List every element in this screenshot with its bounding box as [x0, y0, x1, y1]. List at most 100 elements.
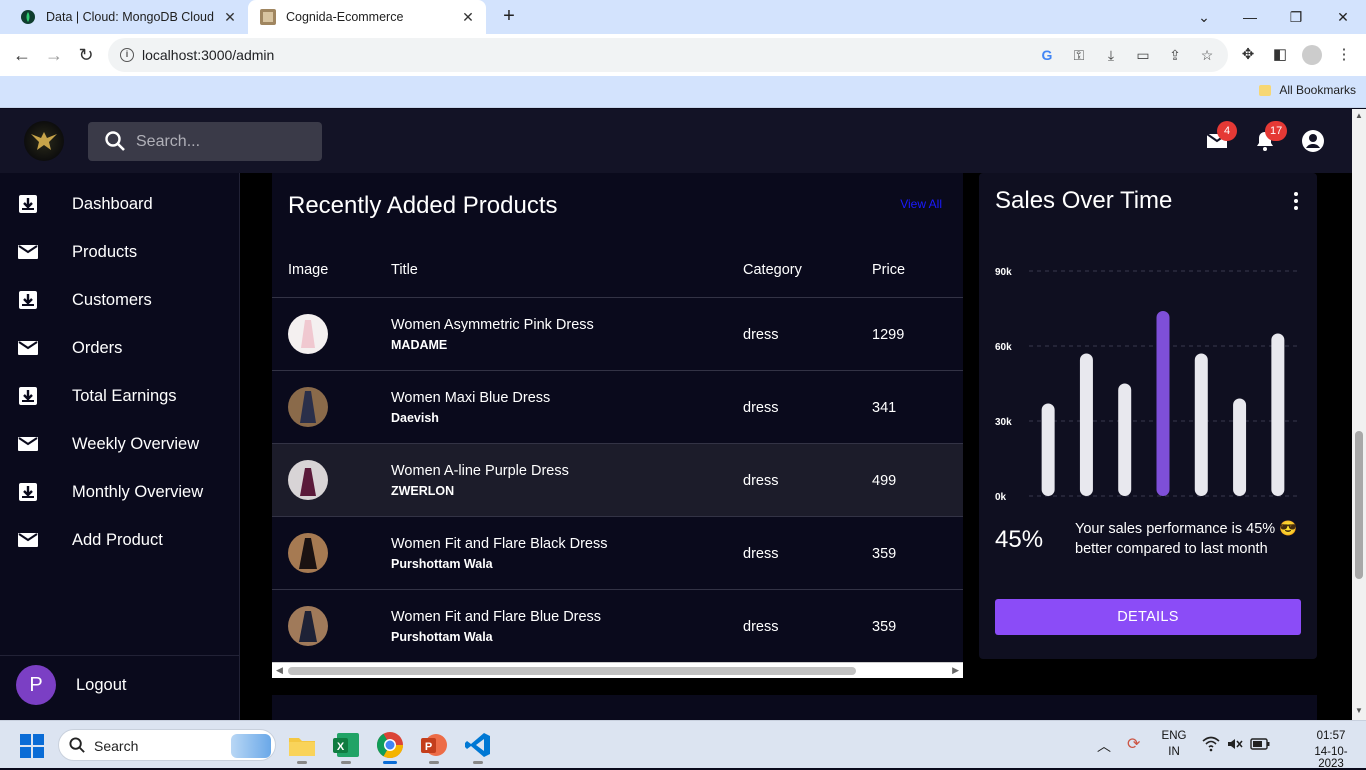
close-tab-icon[interactable]: ✕: [460, 9, 476, 25]
mail-icon: [18, 437, 38, 451]
chart-bar[interactable]: [1233, 398, 1247, 497]
product-title: Women Fit and Flare Black Dress: [391, 536, 608, 552]
vertical-scrollbar[interactable]: ▲ ▼: [1352, 109, 1366, 720]
mongodb-leaf-icon: [20, 9, 36, 25]
back-arrow-icon[interactable]: ←: [10, 43, 34, 67]
card-icon[interactable]: ▭: [1134, 46, 1152, 64]
sidebar-item-label: Products: [72, 242, 138, 261]
table-row[interactable]: Women Asymmetric Pink Dress MADAME dress…: [272, 297, 963, 370]
sidebar-item-weekly-overview[interactable]: Weekly Overview: [0, 420, 239, 468]
product-brand: MADAME: [391, 338, 448, 352]
excel-icon[interactable]: X: [331, 730, 361, 764]
search-input[interactable]: [136, 122, 316, 161]
scroll-down-arrow-icon[interactable]: ▼: [1355, 706, 1363, 715]
search-box[interactable]: [88, 122, 322, 161]
horizontal-scrollbar[interactable]: ◀ ▶: [272, 662, 963, 678]
vscode-icon[interactable]: [463, 730, 493, 764]
logout-button[interactable]: P Logout: [0, 655, 239, 720]
mail-icon: [18, 533, 38, 547]
address-url[interactable]: localhost:3000/admin: [142, 47, 274, 63]
clock-date[interactable]: 14-10-2023: [1303, 746, 1359, 770]
chart-bar[interactable]: [1079, 353, 1093, 497]
site-info-icon[interactable]: i: [120, 48, 134, 62]
key-icon[interactable]: ⚿: [1070, 46, 1088, 64]
sidebar: Dashboard Products Customers Orders Tota…: [0, 173, 240, 720]
table-row[interactable]: Women Fit and Flare Blue Dress Purshotta…: [272, 589, 963, 662]
product-category: dress: [743, 400, 779, 416]
reload-icon[interactable]: ↻: [74, 43, 98, 67]
sidebar-item-orders[interactable]: Orders: [0, 324, 239, 372]
chart-bar[interactable]: [1156, 311, 1170, 496]
scroll-left-arrow-icon[interactable]: ◀: [276, 665, 283, 676]
powerpoint-icon[interactable]: P: [419, 730, 449, 764]
taskbar-search[interactable]: Search: [58, 729, 276, 761]
menu-kebab-icon[interactable]: ⋮: [1334, 45, 1354, 65]
product-thumbnail: [288, 460, 328, 500]
sales-percentage: 45%: [995, 526, 1044, 553]
side-panel-icon[interactable]: ◧: [1270, 45, 1290, 65]
profile-avatar-icon[interactable]: [1302, 45, 1322, 65]
new-tab-button[interactable]: +: [498, 6, 520, 28]
sidebar-item-customers[interactable]: Customers: [0, 276, 239, 324]
mail-count-badge: 4: [1217, 121, 1237, 141]
browser-tab-cognida[interactable]: Cognida-Ecommerce ✕: [248, 0, 486, 34]
main-content: Recently Added Products View All Image T…: [240, 173, 1352, 735]
install-icon[interactable]: ⤓: [1102, 46, 1120, 64]
tab-search-chevron-icon[interactable]: ⌄: [1194, 7, 1214, 27]
more-options-icon[interactable]: [1293, 191, 1299, 211]
product-price: 499: [872, 473, 897, 489]
google-icon[interactable]: G: [1038, 46, 1056, 64]
scroll-right-arrow-icon[interactable]: ▶: [952, 665, 959, 676]
account-circle-icon: [1302, 130, 1324, 152]
scrollbar-thumb[interactable]: [1355, 431, 1363, 579]
notifications-button[interactable]: 17: [1253, 121, 1288, 153]
file-explorer-icon[interactable]: [287, 730, 317, 764]
details-button[interactable]: DETAILS: [995, 599, 1301, 635]
chevron-up-icon[interactable]: ︿: [1097, 736, 1111, 756]
chart-bar[interactable]: [1194, 353, 1208, 497]
address-bar[interactable]: i localhost:3000/admin G ⚿ ⤓ ▭ ⇪ ☆: [108, 38, 1228, 72]
windows-taskbar: Search X P ︿ ⟳ ENG IN 01:57 14-10-2023: [0, 720, 1366, 770]
sidebar-item-total-earnings[interactable]: Total Earnings: [0, 372, 239, 420]
product-thumbnail: [288, 314, 328, 354]
chart-bar[interactable]: [1271, 333, 1285, 497]
view-all-link[interactable]: View All: [900, 197, 942, 211]
sidebar-item-add-product[interactable]: Add Product: [0, 516, 239, 564]
eagle-logo[interactable]: [24, 121, 64, 161]
column-header-price: Price: [872, 262, 906, 278]
share-icon[interactable]: ⇪: [1166, 46, 1184, 64]
clock-time[interactable]: 01:57: [1303, 730, 1359, 742]
chart-bar[interactable]: [1118, 383, 1132, 497]
sidebar-item-products[interactable]: Products: [0, 228, 239, 276]
extensions-icon[interactable]: ✥: [1238, 45, 1258, 65]
speaker-muted-icon[interactable]: [1226, 736, 1244, 752]
restore-button[interactable]: ❐: [1286, 7, 1306, 27]
all-bookmarks-button[interactable]: All Bookmarks: [1259, 83, 1356, 97]
scrollbar-thumb[interactable]: [288, 667, 856, 675]
browser-tab-mongodb[interactable]: Data | Cloud: MongoDB Cloud ✕: [8, 0, 248, 34]
chrome-icon[interactable]: [375, 730, 405, 764]
battery-icon[interactable]: [1250, 737, 1270, 751]
sidebar-item-dashboard[interactable]: Dashboard: [0, 180, 239, 228]
table-row[interactable]: Women Maxi Blue Dress Daevish dress 341: [272, 370, 963, 443]
mail-button[interactable]: 4: [1205, 121, 1237, 153]
product-category: dress: [743, 546, 779, 562]
close-window-button[interactable]: ✕: [1333, 7, 1353, 27]
table-row[interactable]: Women A-line Purple Dress ZWERLON dress …: [272, 443, 963, 516]
download-box-icon: [19, 483, 37, 501]
running-indicator: [297, 761, 307, 764]
close-tab-icon[interactable]: ✕: [222, 9, 238, 25]
wifi-icon[interactable]: [1202, 736, 1220, 752]
windows-start-icon[interactable]: [20, 734, 44, 758]
minimize-button[interactable]: —: [1240, 7, 1260, 27]
scroll-up-arrow-icon[interactable]: ▲: [1355, 111, 1363, 120]
language-code[interactable]: ENG: [1160, 730, 1188, 742]
sync-icon[interactable]: ⟳: [1127, 734, 1140, 754]
sidebar-item-monthly-overview[interactable]: Monthly Overview: [0, 468, 239, 516]
account-button[interactable]: [1301, 129, 1325, 153]
star-icon[interactable]: ☆: [1198, 46, 1216, 64]
region-code[interactable]: IN: [1160, 746, 1188, 758]
forward-arrow-icon[interactable]: →: [42, 43, 66, 67]
chart-bar[interactable]: [1041, 403, 1055, 497]
table-row[interactable]: Women Fit and Flare Black Dress Purshott…: [272, 516, 963, 589]
